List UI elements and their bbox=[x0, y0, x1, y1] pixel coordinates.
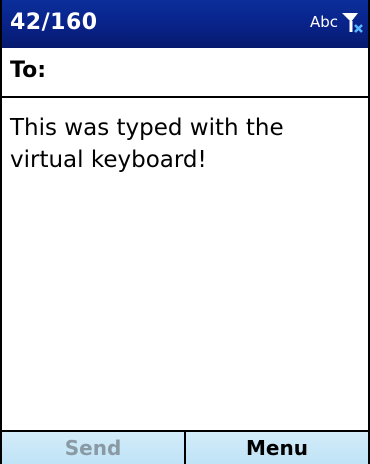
antenna-no-signal-icon bbox=[340, 10, 364, 34]
message-body-text[interactable]: This was typed with the virtual keyboard… bbox=[10, 112, 330, 176]
menu-softkey[interactable]: Menu bbox=[186, 432, 368, 464]
sms-compose-screen: 42/160 Abc To: This was typed with the v… bbox=[0, 0, 370, 464]
to-label: To: bbox=[10, 58, 46, 83]
input-mode-indicator[interactable]: Abc bbox=[310, 13, 338, 31]
recipient-input[interactable] bbox=[62, 52, 366, 94]
message-body-area[interactable]: This was typed with the virtual keyboard… bbox=[2, 98, 368, 430]
character-counter: 42/160 bbox=[10, 10, 98, 35]
recipient-row: To: bbox=[2, 48, 368, 98]
send-softkey[interactable]: Send bbox=[2, 432, 186, 464]
softkey-bar: Send Menu bbox=[2, 430, 368, 464]
title-bar: 42/160 Abc bbox=[2, 0, 368, 48]
